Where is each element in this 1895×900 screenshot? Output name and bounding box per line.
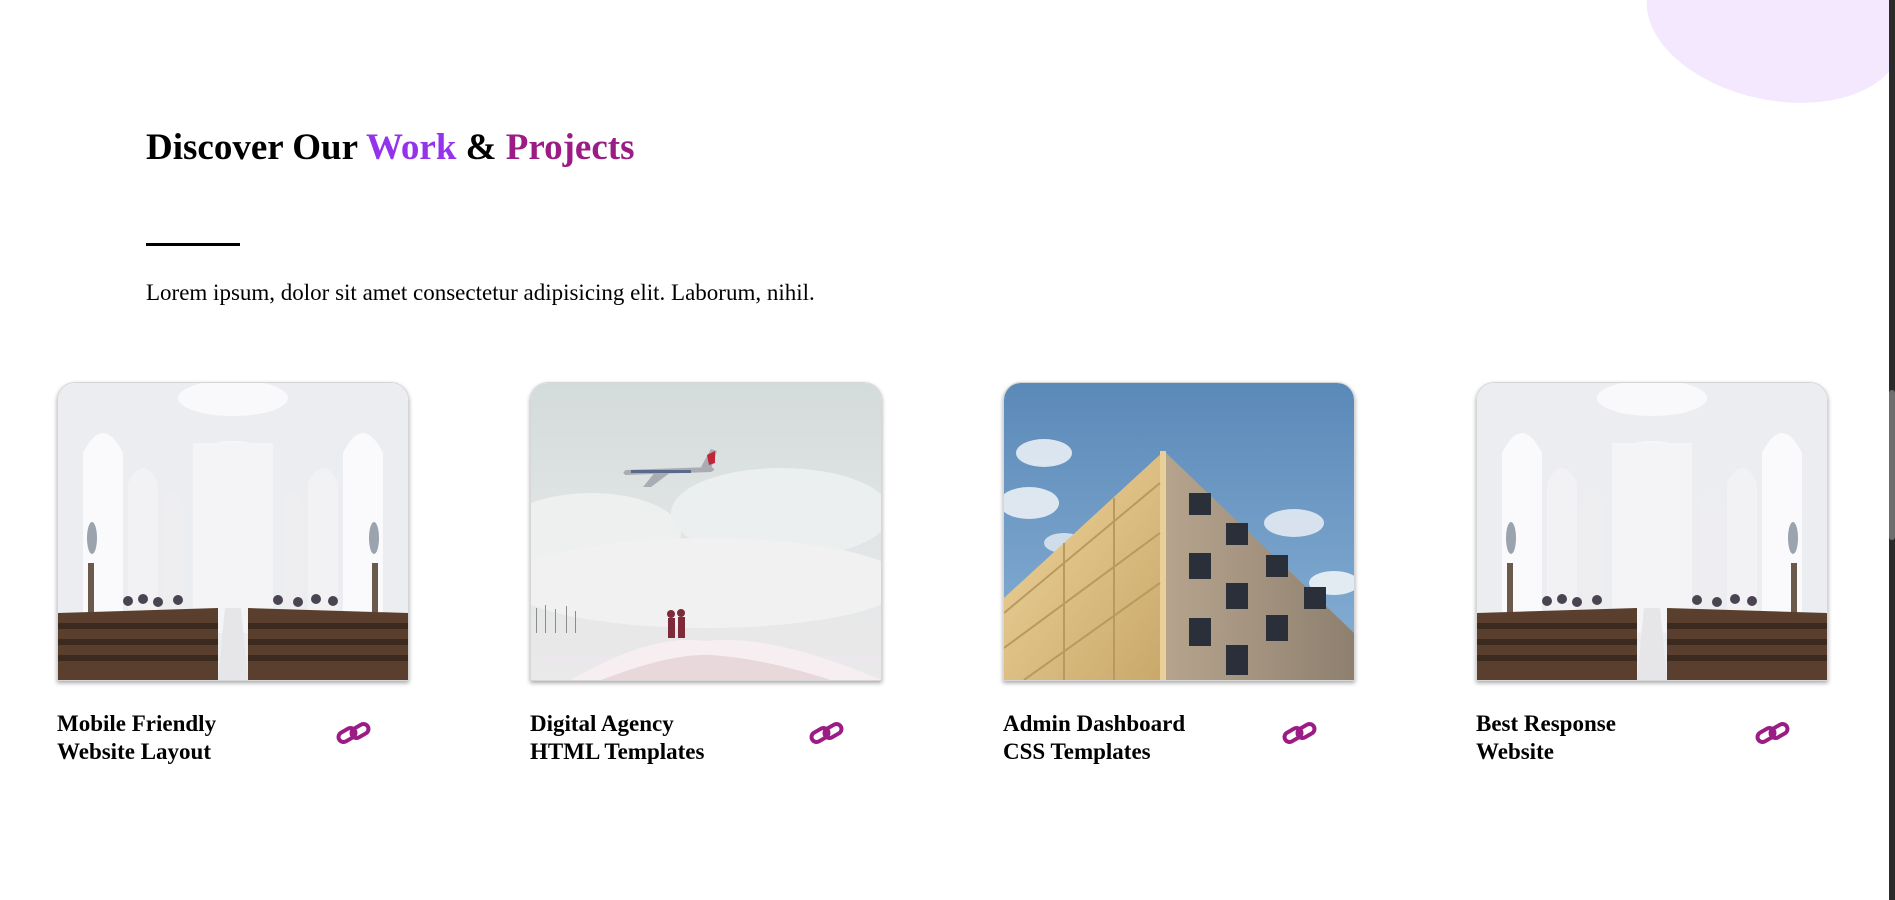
title-part-discover: Discover Our bbox=[146, 127, 366, 168]
project-link-button[interactable] bbox=[1754, 716, 1792, 750]
project-image-building-corner-sky[interactable] bbox=[1003, 382, 1355, 681]
section-title: Discover Our Work & Projects bbox=[146, 126, 635, 170]
card-title-line-2: CSS Templates bbox=[1003, 739, 1151, 764]
link-icon bbox=[1754, 716, 1792, 750]
section-description: Lorem ipsum, dolor sit amet consectetur … bbox=[146, 280, 815, 305]
card-title-line-2: HTML Templates bbox=[530, 739, 705, 764]
card-title-line-1: Mobile Friendly bbox=[57, 711, 217, 736]
scrollbar-thumb[interactable] bbox=[1889, 390, 1895, 540]
link-icon bbox=[335, 716, 373, 750]
project-link-button[interactable] bbox=[808, 716, 846, 750]
card-footer: Digital Agency HTML Templates bbox=[530, 710, 882, 770]
card-title: Digital Agency HTML Templates bbox=[530, 710, 770, 766]
link-icon bbox=[1281, 716, 1319, 750]
project-image-church-interior[interactable] bbox=[1476, 382, 1828, 681]
decorative-blob bbox=[1631, 0, 1895, 126]
card-title-line-2: Website Layout bbox=[57, 739, 211, 764]
card-title-line-1: Admin Dashboard bbox=[1003, 711, 1186, 736]
card-footer: Best Response Website bbox=[1476, 710, 1828, 770]
card-title: Admin Dashboard CSS Templates bbox=[1003, 710, 1243, 766]
project-link-button[interactable] bbox=[335, 716, 373, 750]
card-footer: Admin Dashboard CSS Templates bbox=[1003, 710, 1355, 770]
card-footer: Mobile Friendly Website Layout bbox=[57, 710, 409, 770]
link-icon bbox=[808, 716, 846, 750]
card-title: Mobile Friendly Website Layout bbox=[57, 710, 297, 766]
title-part-ampersand: & bbox=[456, 127, 506, 168]
card-title-line-1: Digital Agency bbox=[530, 711, 674, 736]
title-part-work: Work bbox=[365, 127, 457, 168]
card-title: Best Response Website bbox=[1476, 710, 1716, 766]
project-image-airplane-over-snow[interactable] bbox=[530, 382, 882, 681]
project-card[interactable]: Digital Agency HTML Templates bbox=[530, 382, 882, 770]
page-scrollbar[interactable] bbox=[1889, 0, 1895, 900]
title-part-projects: Projects bbox=[505, 127, 635, 168]
project-image-church-interior[interactable] bbox=[57, 382, 409, 681]
project-card[interactable]: Admin Dashboard CSS Templates bbox=[1003, 382, 1355, 770]
card-title-line-2: Website bbox=[1476, 739, 1554, 764]
project-link-button[interactable] bbox=[1281, 716, 1319, 750]
project-card[interactable]: Best Response Website bbox=[1476, 382, 1828, 770]
project-card[interactable]: Mobile Friendly Website Layout bbox=[57, 382, 409, 770]
title-divider bbox=[146, 243, 240, 246]
card-title-line-1: Best Response bbox=[1476, 711, 1616, 736]
